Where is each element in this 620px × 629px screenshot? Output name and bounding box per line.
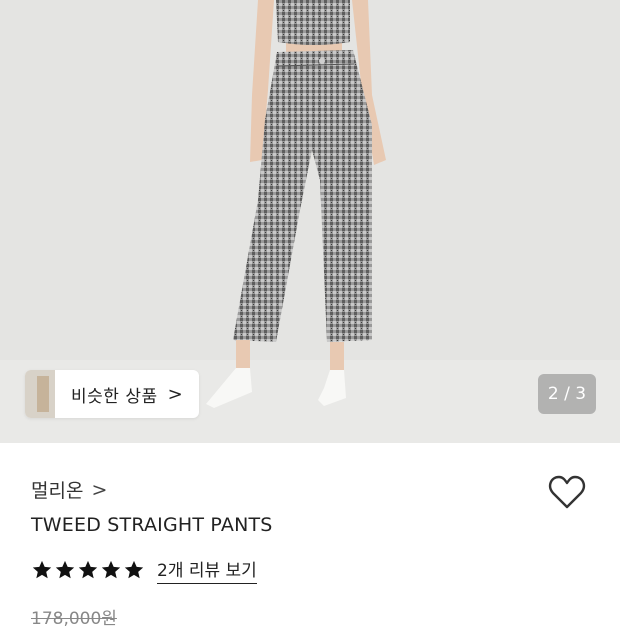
image-pager-indicator: 2 / 3 [538, 374, 596, 414]
brand-name: 멀리온 [31, 480, 84, 502]
heart-outline-icon[interactable] [548, 474, 586, 510]
star-filled-icon [55, 560, 75, 579]
similar-product-thumbnail [25, 370, 55, 418]
star-filled-icon [124, 560, 144, 579]
chevron-right-icon: > [167, 383, 183, 405]
similar-products-button[interactable]: 비슷한 상품 > [25, 370, 199, 418]
star-filled-icon [101, 560, 121, 579]
similar-products-label: 비슷한 상품 [71, 386, 158, 407]
star-rating [31, 559, 145, 581]
rating-row: 2개 리뷰 보기 [31, 556, 257, 584]
product-title: TWEED STRAIGHT PANTS [31, 514, 273, 536]
reviews-link[interactable]: 2개 리뷰 보기 [157, 556, 257, 584]
chevron-right-icon: > [91, 478, 108, 501]
product-image-gallery[interactable]: 비슷한 상품 > 2 / 3 [0, 0, 620, 443]
star-filled-icon [78, 560, 98, 579]
star-filled-icon [32, 560, 52, 579]
brand-link[interactable]: 멀리온 > [31, 476, 107, 503]
original-price: 178,000원 [31, 609, 117, 629]
